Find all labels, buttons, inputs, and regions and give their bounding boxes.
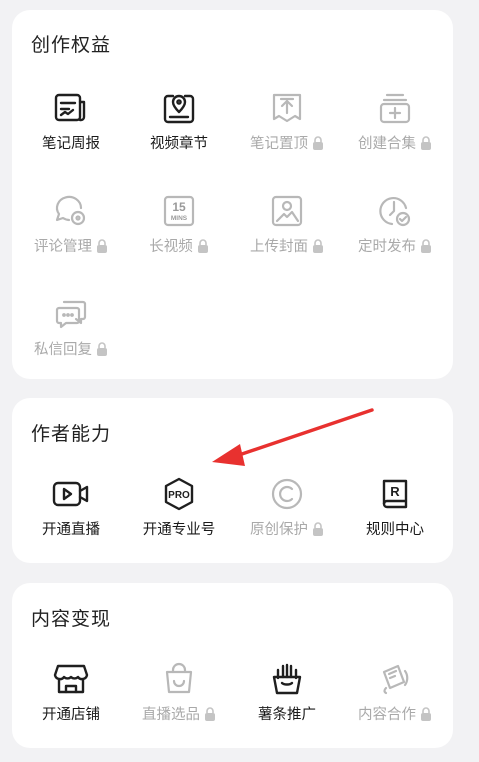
create-collection-item[interactable]: 创建合集	[341, 88, 449, 158]
rules-book-icon: R	[375, 474, 415, 514]
live-product-selection-item[interactable]: 直播选品	[125, 659, 233, 729]
pin-top-item[interactable]: 笔记置顶	[233, 88, 341, 158]
original-protection-item[interactable]: 原创保护	[233, 474, 341, 544]
scheduled-publish-icon	[375, 191, 415, 231]
comment-manage-icon	[51, 191, 91, 231]
svg-text:PRO: PRO	[168, 490, 190, 501]
upload-cover-item[interactable]: 上传封面	[233, 191, 341, 261]
image-upload-icon	[267, 191, 307, 231]
lock-icon	[96, 239, 108, 253]
content-monetization-card: 内容变现 开通店铺 直播选品 薯条推广 内容合作	[12, 583, 453, 748]
open-live-item[interactable]: 开通直播	[17, 474, 125, 544]
pro-badge-icon: PRO	[159, 474, 199, 514]
lock-icon	[420, 136, 432, 150]
fries-promotion-item[interactable]: 薯条推广	[233, 659, 341, 729]
video-chapter-icon	[159, 88, 199, 128]
pin-top-icon	[267, 88, 307, 128]
lock-icon	[312, 522, 324, 536]
section-title-author-abilities: 作者能力	[31, 423, 112, 445]
report-icon	[51, 88, 91, 128]
content-cooperation-item[interactable]: 内容合作	[341, 659, 449, 729]
section-title-content-monetization: 内容变现	[31, 608, 112, 630]
cooperation-icon	[375, 659, 415, 699]
fries-icon	[267, 659, 307, 699]
author-abilities-card: 作者能力 开通直播 PRO 开通专业号 原创保护 R 规则中心	[12, 398, 453, 563]
lock-icon	[96, 342, 108, 356]
svg-text:15: 15	[172, 200, 186, 214]
video-chapter-item[interactable]: 视频章节	[125, 88, 233, 158]
lock-icon	[420, 707, 432, 721]
long-video-item[interactable]: 15 MINS 长视频	[125, 191, 233, 261]
svg-text:R: R	[390, 484, 400, 499]
scheduled-publish-item[interactable]: 定时发布	[341, 191, 449, 261]
shopping-bag-icon	[159, 659, 199, 699]
open-store-item[interactable]: 开通店铺	[17, 659, 125, 729]
collection-add-icon	[375, 88, 415, 128]
lock-icon	[197, 239, 209, 253]
section-title-creative-rights: 创作权益	[31, 34, 112, 56]
comment-manage-item[interactable]: 评论管理	[17, 191, 125, 261]
lock-icon	[312, 239, 324, 253]
live-camera-icon	[51, 474, 91, 514]
lock-icon	[420, 239, 432, 253]
message-reply-item[interactable]: 私信回复	[17, 294, 125, 364]
open-pro-account-item[interactable]: PRO 开通专业号	[125, 474, 233, 544]
lock-icon	[204, 707, 216, 721]
rules-center-item[interactable]: R 规则中心	[341, 474, 449, 544]
lock-icon	[312, 136, 324, 150]
creative-rights-card: 创作权益 笔记周报 视频章节 笔记置顶 创建合集 评论管理 15 MINS 长视…	[12, 10, 453, 379]
store-icon	[51, 659, 91, 699]
weekly-report-item[interactable]: 笔记周报	[17, 88, 125, 158]
svg-text:MINS: MINS	[171, 215, 188, 222]
message-reply-icon	[51, 294, 91, 334]
copyright-icon	[267, 474, 307, 514]
long-video-icon: 15 MINS	[159, 191, 199, 231]
